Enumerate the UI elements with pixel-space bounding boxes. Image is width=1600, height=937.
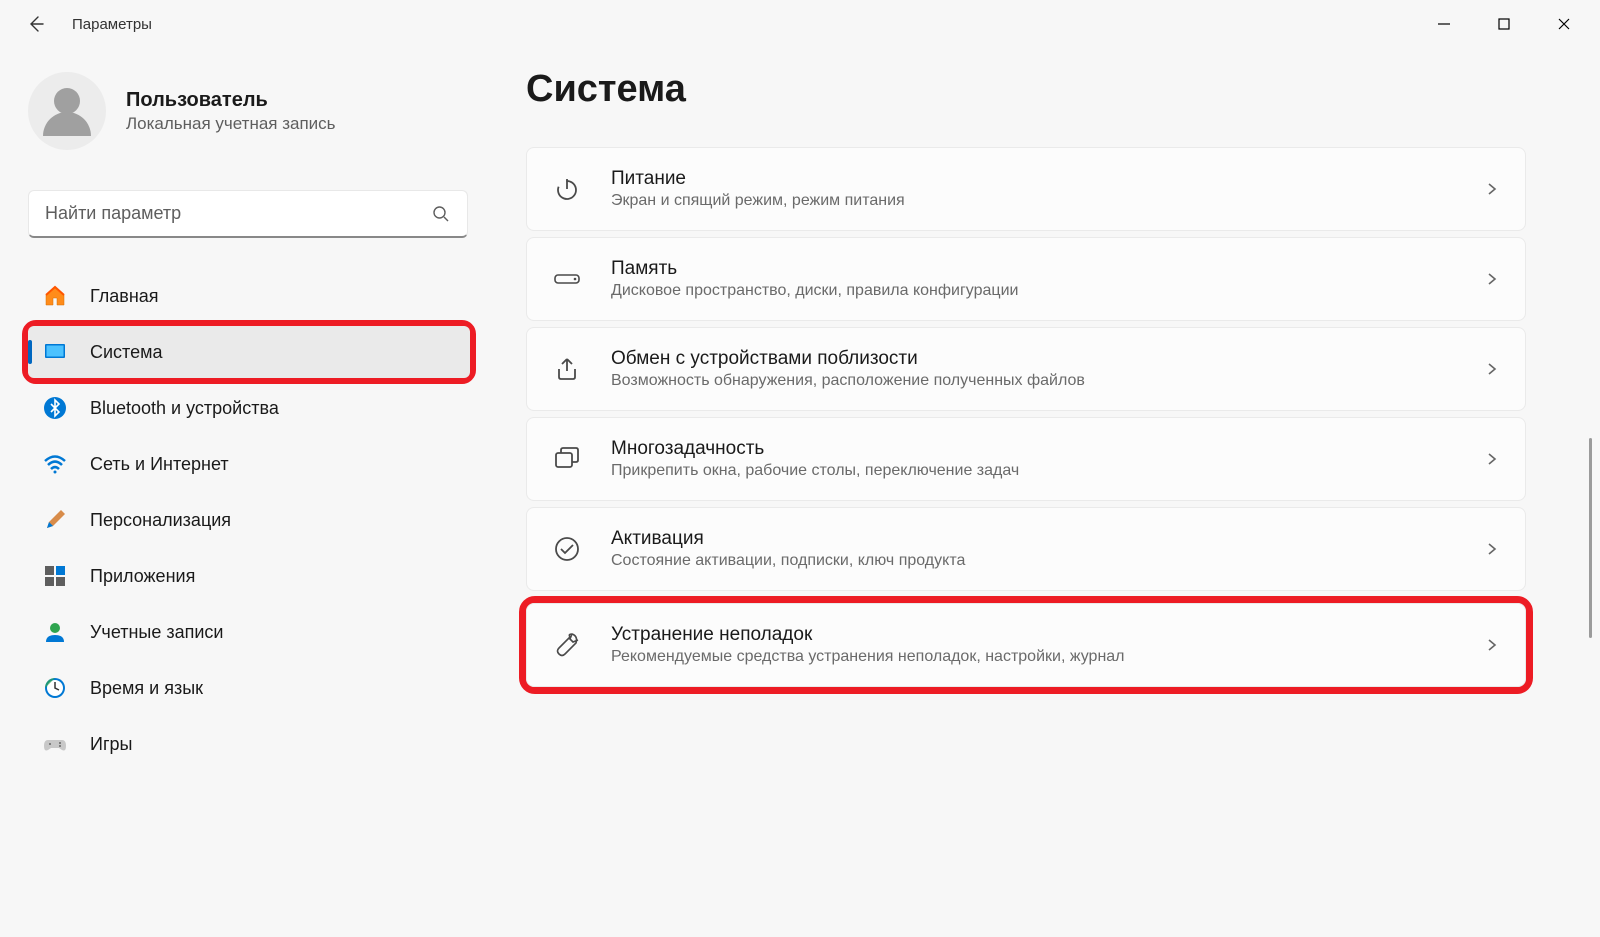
card-activation[interactable]: Активация Состояние активации, подписки,… — [526, 507, 1526, 591]
sidebar-item-label: Персонализация — [90, 510, 231, 531]
maximize-button[interactable] — [1476, 4, 1532, 44]
power-icon — [551, 173, 583, 205]
app-title: Параметры — [72, 16, 152, 33]
account-icon — [42, 619, 68, 645]
minimize-icon — [1437, 17, 1451, 31]
card-subtitle: Рекомендуемые средства устранения непола… — [611, 648, 1455, 666]
sidebar-item-system[interactable]: Система — [28, 326, 470, 378]
card-subtitle: Экран и спящий режим, режим питания — [611, 192, 1455, 210]
window-controls — [1416, 4, 1592, 44]
multitask-icon — [551, 443, 583, 475]
chevron-right-icon — [1483, 636, 1501, 654]
sidebar-item-label: Учетные записи — [90, 622, 223, 643]
sidebar-item-bluetooth[interactable]: Bluetooth и устройства — [28, 382, 470, 434]
card-multitasking[interactable]: Многозадачность Прикрепить окна, рабочие… — [526, 417, 1526, 501]
gamepad-icon — [42, 731, 68, 757]
user-block[interactable]: Пользователь Локальная учетная запись — [28, 72, 470, 150]
sidebar-item-label: Система — [90, 342, 163, 363]
card-subtitle: Состояние активации, подписки, ключ прод… — [611, 552, 1455, 570]
brush-icon — [42, 507, 68, 533]
chevron-right-icon — [1483, 360, 1501, 378]
card-title: Питание — [611, 168, 1455, 190]
highlight-annotation-troubleshoot: Устранение неполадок Рекомендуемые средс… — [519, 596, 1533, 694]
card-nearby-sharing[interactable]: Обмен с устройствами поблизости Возможно… — [526, 327, 1526, 411]
bluetooth-icon — [42, 395, 68, 421]
card-title: Многозадачность — [611, 438, 1455, 460]
search-icon — [431, 204, 451, 224]
card-title: Память — [611, 258, 1455, 280]
clock-icon — [42, 675, 68, 701]
user-name: Пользователь — [126, 89, 336, 112]
card-title: Активация — [611, 528, 1455, 550]
settings-cards: Питание Экран и спящий режим, режим пита… — [526, 147, 1526, 693]
chevron-right-icon — [1483, 180, 1501, 198]
minimize-button[interactable] — [1416, 4, 1472, 44]
storage-icon — [551, 263, 583, 295]
share-icon — [551, 353, 583, 385]
chevron-right-icon — [1483, 270, 1501, 288]
search-box[interactable] — [28, 190, 468, 238]
card-storage[interactable]: Память Дисковое пространство, диски, пра… — [526, 237, 1526, 321]
home-icon — [42, 283, 68, 309]
avatar — [28, 72, 106, 150]
apps-icon — [42, 563, 68, 589]
card-power[interactable]: Питание Экран и спящий режим, режим пита… — [526, 147, 1526, 231]
checkmark-circle-icon — [551, 533, 583, 565]
main-content: Система Питание Экран и спящий режим, ре… — [490, 48, 1600, 937]
card-troubleshoot[interactable]: Устранение неполадок Рекомендуемые средс… — [526, 603, 1526, 687]
wrench-icon — [551, 629, 583, 661]
sidebar-item-label: Игры — [90, 734, 132, 755]
sidebar-item-label: Время и язык — [90, 678, 203, 699]
card-subtitle: Возможность обнаружения, расположение по… — [611, 372, 1455, 390]
sidebar-item-label: Главная — [90, 286, 159, 307]
system-icon — [42, 339, 68, 365]
close-icon — [1557, 17, 1571, 31]
sidebar-item-time[interactable]: Время и язык — [28, 662, 470, 714]
chevron-right-icon — [1483, 540, 1501, 558]
card-subtitle: Дисковое пространство, диски, правила ко… — [611, 282, 1455, 300]
scrollbar[interactable] — [1589, 438, 1592, 638]
sidebar-item-label: Сеть и Интернет — [90, 454, 229, 475]
sidebar-item-home[interactable]: Главная — [28, 270, 470, 322]
sidebar-item-gaming[interactable]: Игры — [28, 718, 470, 770]
sidebar-item-label: Приложения — [90, 566, 195, 587]
sidebar-item-network[interactable]: Сеть и Интернет — [28, 438, 470, 490]
sidebar: Пользователь Локальная учетная запись Гл… — [0, 48, 490, 937]
back-button[interactable] — [24, 12, 48, 36]
sidebar-item-label: Bluetooth и устройства — [90, 398, 279, 419]
sidebar-item-accounts[interactable]: Учетные записи — [28, 606, 470, 658]
titlebar: Параметры — [0, 0, 1600, 48]
sidebar-item-apps[interactable]: Приложения — [28, 550, 470, 602]
nav: Главная Система Bluetooth и устройства — [28, 270, 470, 770]
close-button[interactable] — [1536, 4, 1592, 44]
highlight-annotation-system: Система — [22, 320, 476, 384]
arrow-left-icon — [26, 14, 46, 34]
chevron-right-icon — [1483, 450, 1501, 468]
search-input[interactable] — [45, 203, 431, 224]
wifi-icon — [42, 451, 68, 477]
sidebar-item-personalization[interactable]: Персонализация — [28, 494, 470, 546]
card-subtitle: Прикрепить окна, рабочие столы, переключ… — [611, 462, 1455, 480]
card-title: Обмен с устройствами поблизости — [611, 348, 1455, 370]
page-title: Система — [526, 68, 1564, 111]
card-title: Устранение неполадок — [611, 624, 1455, 646]
user-subtitle: Локальная учетная запись — [126, 114, 336, 134]
maximize-icon — [1497, 17, 1511, 31]
